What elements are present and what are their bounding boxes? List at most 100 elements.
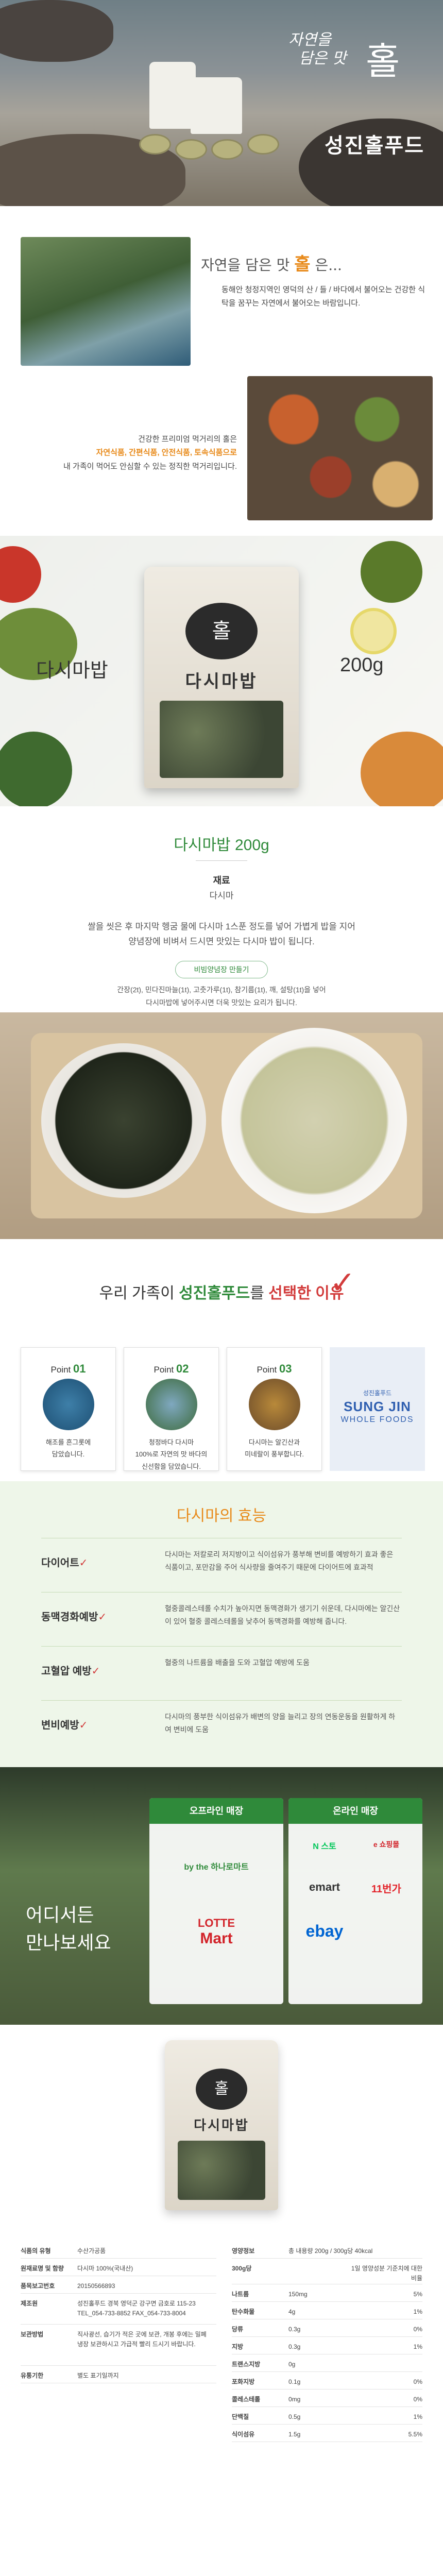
nutrient-row: 지방 0.3g 1% xyxy=(232,2337,422,2354)
effect-row: 고혈압 예방✓ 혈중의 나트륨을 배출을 도와 고혈압 예방에 도움 xyxy=(41,1651,402,1700)
info-row: 제조원 성진홀푸드 경북 영덕군 강구면 금호로 115-23 TEL_054-73… xyxy=(21,2294,216,2325)
brand-card-whole: WHOLE FOODS xyxy=(340,1415,414,1424)
sauce-recipe-pill: 비빔양념장 만들기 xyxy=(175,961,268,978)
effect-key: 변비예방✓ xyxy=(41,1720,88,1731)
product-display xyxy=(129,62,283,175)
brand-card-kor: 성진홀푸드 xyxy=(363,1389,392,1397)
intro-heading: 자연을 담은 맛 홀 은... xyxy=(201,250,342,275)
lotte-shopping-logo[interactable]: e 쇼핑몰 xyxy=(319,1839,443,1850)
hanaro-mart-logo[interactable]: by the 하나로마트 xyxy=(149,1860,283,1872)
directions-line-1: 쌀을 씻은 후 마지막 헹굼 물에 다시마 1스푼 정도를 넣어 가볍게 밥을 … xyxy=(88,922,355,931)
divider xyxy=(41,1700,402,1701)
effect-text: 다시마의 풍부한 식이섬유가 배변의 양을 늘리고 장의 연동운동을 원활하게 … xyxy=(165,1713,396,1734)
sauce-line-1: 간장(2t), 민다진마늘(1t), 고춧가루(1t), 참기름(1t), 깨,… xyxy=(117,986,326,994)
greens-decoration xyxy=(0,732,72,806)
hero-banner: 자연을 담은 맛 홀 성진홀푸드 xyxy=(0,0,443,206)
effect-row: 변비예방✓ 다시마의 풍부한 식이섬유가 배변의 양을 늘리고 장의 연동운동을… xyxy=(41,1705,402,1754)
stores-caption-2: 만나보세요 xyxy=(26,1932,111,1953)
point-label: Point 02 xyxy=(154,1362,189,1375)
info-row: 원재료명 및 함량 다시마 100%(국내산) xyxy=(21,2259,216,2276)
pumpkin-decoration xyxy=(361,732,443,806)
product-bag: 홀 다시마밥 xyxy=(165,2040,278,2210)
product-info: 식품의 유형 수산가공품 원재료명 및 함량 다시마 100%(국내산) 품목보고번… xyxy=(0,2226,443,2576)
rice-photo xyxy=(0,1012,443,1239)
banner-left-label: 다시마밥 xyxy=(36,660,108,682)
point-label: Point 03 xyxy=(257,1362,292,1375)
reasons-prefix: 우리 가족이 xyxy=(99,1285,179,1302)
tomato-decoration xyxy=(0,546,41,603)
intro-heading-big: 홀 xyxy=(294,254,311,275)
point-card-2: Point 02 청정바다 다시마 100%로 자연의 맛 바다의 신선함을 담았습… xyxy=(124,1347,219,1471)
ingredient-value: 다시마 xyxy=(209,891,234,901)
product-tin xyxy=(175,139,207,160)
intro-paragraph-2: 건강한 프리미엄 먹거리의 홀은 자연식품, 간편식품, 안전식품, 토속식품으… xyxy=(21,433,237,473)
stores-caption-1: 어디서든 xyxy=(26,1904,94,1925)
bag-window xyxy=(160,701,283,778)
point-2-text: 청정바다 다시마 100%로 자연의 맛 바다의 신선함을 담았습니다. xyxy=(135,1438,208,1470)
effects-heading: 다시마의 효능 xyxy=(177,1507,266,1524)
intro-heading-prefix: 자연을 담은 맛 xyxy=(201,257,290,274)
sauce-line-2: 다시마밥에 넣어주시면 더욱 맛있는 요리가 됩니다. xyxy=(146,998,297,1007)
intro-paragraph-2-line2: 자연식품, 간편식품, 안전식품, 토속식품으로 xyxy=(96,448,237,457)
effect-key: 고혈압 예방✓ xyxy=(41,1666,100,1677)
nutrient-row: 당류 0.3g 0% xyxy=(232,2319,422,2337)
product-info-table: 식품의 유형 수산가공품 원재료명 및 함량 다시마 100%(국내산) 품목보고번… xyxy=(21,2241,216,2383)
brand-name: 성진홀푸드 xyxy=(325,134,424,157)
point-card-3: Point 03 다시마는 알긴산과 미네랄이 풍부합니다. xyxy=(227,1347,322,1471)
banner-right-label: 200g xyxy=(340,654,384,676)
effect-key: 다이어트✓ xyxy=(41,1557,88,1569)
product-box xyxy=(191,77,242,134)
info-row: 보관방법 직사광선, 습기가 적은 곳에 보관, 개봉 후에는 밀폐 냉장 보관하시… xyxy=(21,2325,216,2366)
product-banner: 다시마밥 200g 홀 다시마밥 xyxy=(0,536,443,806)
product-tin xyxy=(211,139,243,160)
brand-card: 성진홀푸드 SUNG JIN WHOLE FOODS xyxy=(330,1347,425,1471)
online-header: 온라인 매장 xyxy=(288,1798,422,1824)
intro-heading-suffix: 은... xyxy=(315,257,342,274)
nutrient-row: 나트륨 150mg 5% xyxy=(232,2284,422,2302)
effect-text: 혈중콜레스테롤 수치가 높아지면 동맥경화가 생기기 쉬운데, 다시마에는 알긴… xyxy=(165,1604,400,1626)
stores-caption: 어디서든 만나보세요 xyxy=(26,1901,111,1957)
point-2-image xyxy=(146,1379,197,1430)
intro-paragraph-1: 동해안 청정지역인 영덕의 산 / 들 / 바다에서 불어오는 건강한 식탁을 … xyxy=(222,285,425,308)
bag-seal: 홀 xyxy=(185,603,258,659)
bag-window xyxy=(178,2141,265,2200)
product-tin xyxy=(247,134,279,155)
product-title: 다시마밥 200g xyxy=(174,837,269,854)
point-1-image xyxy=(43,1379,94,1430)
divider xyxy=(41,1646,402,1647)
product-details: 다시마밥 200g 재료 다시마 쌀을 씻은 후 마지막 헹굼 물에 다시마 1… xyxy=(0,806,443,1012)
intro-paragraph-2-line1: 건강한 프리미엄 먹거리의 홀은 xyxy=(138,435,237,444)
bag-title: 다시마밥 xyxy=(185,672,258,691)
divider xyxy=(196,860,247,861)
nutrient-row: 단백질 0.5g 1% xyxy=(232,2407,422,2425)
reasons-brand: 성진홀푸드 xyxy=(179,1285,250,1302)
reasons-section: 우리 가족이 성진홀푸드를 선택한 이유 ✓ Point 01 해조를 흔그롯에… xyxy=(0,1239,443,1481)
reasons-mid: 를 xyxy=(250,1285,269,1302)
point-3-text: 다시마는 알긴산과 미네랄이 풍부합니다. xyxy=(245,1438,304,1459)
lemon-decoration xyxy=(350,608,397,654)
directions-line-2: 양념장에 비벼서 드시면 맛있는 다시마 밥이 됩니다. xyxy=(128,937,315,946)
offline-store-box: 오프라인 매장 by the 하나로마트 LOTTE Mart xyxy=(149,1798,283,2004)
product-bag: 홀 다시마밥 xyxy=(144,567,299,788)
reasons-heading: 우리 가족이 성진홀푸드를 선택한 이유 xyxy=(0,1280,443,1303)
product-tin xyxy=(139,134,171,155)
effects-section: 다시마의 효능 다이어트✓ 다시마는 저칼로리 저지방이고 식이섬유가 풍부해 … xyxy=(0,1481,443,1767)
kelp-bowl xyxy=(41,1043,206,1198)
info-row: 품목보고번호 20150566893 xyxy=(21,2276,216,2294)
logo-char: 홀 xyxy=(366,40,400,83)
info-row: 식품의 유형 수산가공품 xyxy=(21,2241,216,2259)
point-label: Point 01 xyxy=(50,1362,86,1375)
point-card-1: Point 01 해조를 흔그롯에 담았습니다. xyxy=(21,1347,116,1471)
nutrition-header: 영양정보 총 내용량 200g / 300g당 40kcal xyxy=(232,2241,422,2259)
bag-seal: 홀 xyxy=(196,2069,247,2110)
nutrient-row: 트랜스지방 0g xyxy=(232,2354,422,2372)
coast-aerial-photo xyxy=(21,237,191,366)
11st-logo[interactable]: 11번가 xyxy=(319,1880,443,1895)
avocado-decoration xyxy=(361,541,422,603)
effect-key: 동맥경화예방✓ xyxy=(41,1612,107,1623)
ebay-logo[interactable]: ebay xyxy=(258,1922,391,1941)
effect-text: 혈중의 나트륨을 배출을 도와 고혈압 예방에 도움 xyxy=(165,1658,310,1667)
intro-section: 자연을 담은 맛 홀 은... 동해안 청정지역인 영덕의 산 / 들 / 바다… xyxy=(0,206,443,536)
point-3-image xyxy=(249,1379,300,1430)
stores-section: 어디서든 만나보세요 오프라인 매장 by the 하나로마트 LOTTE Mar… xyxy=(0,1767,443,2025)
